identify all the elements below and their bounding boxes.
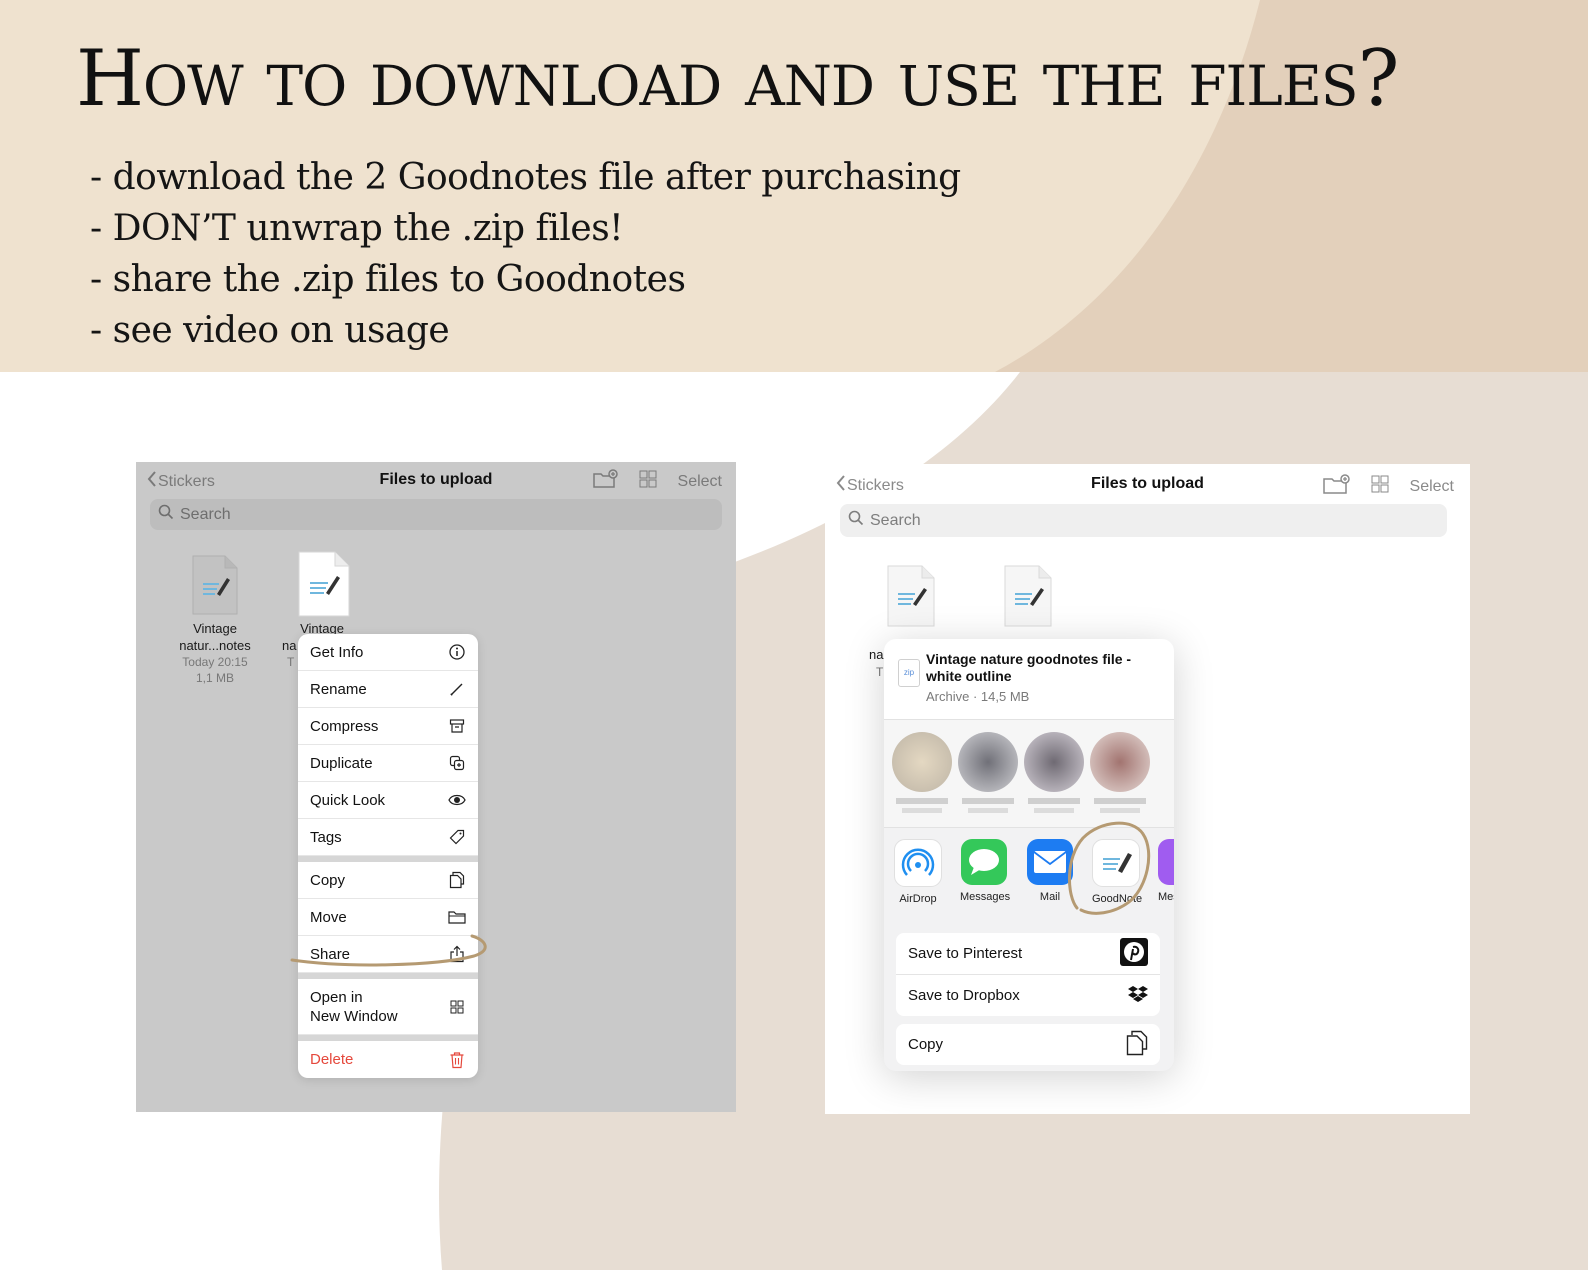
chevron-left-icon <box>146 470 158 493</box>
info-icon <box>448 643 466 661</box>
share-app-goodnotes[interactable]: GoodNote <box>1092 839 1142 905</box>
contact-avatar[interactable] <box>958 732 1018 813</box>
menu-item-quick-look[interactable]: Quick Look <box>298 782 478 819</box>
grid-icon <box>448 998 466 1016</box>
navigation-bar: Stickers Files to upload Select <box>136 462 736 496</box>
messenger-icon <box>1158 839 1174 885</box>
share-sheet-header: zip Vintage nature goodnotes file - whit… <box>884 639 1174 720</box>
menu-item-delete[interactable]: Delete <box>298 1041 478 1078</box>
trash-icon <box>448 1051 466 1069</box>
instruction-step: - share the .zip files to Goodnotes <box>90 259 686 300</box>
menu-item-copy[interactable]: Copy <box>298 862 478 899</box>
menu-item-compress[interactable]: Compress <box>298 708 478 745</box>
goodnotes-file-icon[interactable] <box>1003 564 1053 633</box>
share-sheet: zip Vintage nature goodnotes file - whit… <box>884 639 1174 1071</box>
back-button[interactable]: Stickers <box>835 474 904 497</box>
goodnotes-file-icon[interactable] <box>297 550 351 623</box>
share-app-mail[interactable]: Mail <box>1026 839 1074 905</box>
instruction-list: - download the 2 Goodnotes file after pu… <box>90 152 961 356</box>
search-placeholder: Search <box>180 505 231 523</box>
grid-view-icon[interactable] <box>1370 474 1390 499</box>
menu-item-share[interactable]: Share <box>298 936 478 973</box>
search-placeholder: Search <box>870 511 921 529</box>
search-field[interactable]: Search <box>150 499 722 530</box>
contact-avatar[interactable] <box>1024 732 1084 813</box>
pinterest-icon <box>1120 937 1148 970</box>
menu-item-rename[interactable]: Rename <box>298 671 478 708</box>
menu-item-tags[interactable]: Tags <box>298 819 478 856</box>
goodnotes-file-icon[interactable] <box>886 564 936 633</box>
select-button[interactable]: Select <box>1410 478 1454 496</box>
instruction-step: - download the 2 Goodnotes file after pu… <box>90 157 961 198</box>
search-icon <box>158 504 174 525</box>
back-button[interactable]: Stickers <box>146 470 215 493</box>
copy-icon <box>448 871 466 889</box>
back-label: Stickers <box>847 476 904 494</box>
action-copy[interactable]: Copy <box>896 1024 1160 1065</box>
share-app-messenger[interactable]: Mes <box>1158 839 1174 905</box>
contact-suggestions-row <box>884 720 1174 828</box>
dropbox-icon <box>1128 985 1148 1007</box>
new-folder-icon[interactable] <box>1322 473 1350 500</box>
contact-avatar[interactable] <box>1090 732 1150 813</box>
new-folder-icon[interactable] <box>592 469 618 494</box>
select-button[interactable]: Select <box>678 473 722 491</box>
menu-item-open-in-new-window[interactable]: Open in New Window <box>298 979 478 1035</box>
grid-view-icon[interactable] <box>638 469 658 494</box>
menu-item-get-info[interactable]: Get Info <box>298 634 478 671</box>
menu-item-duplicate[interactable]: Duplicate <box>298 745 478 782</box>
airdrop-icon <box>894 839 942 887</box>
file-caption: Vintage natur...notes Today 20:15 1,1 MB <box>179 621 251 685</box>
share-icon <box>448 945 466 963</box>
back-label: Stickers <box>158 472 215 490</box>
search-field[interactable]: Search <box>840 504 1447 537</box>
goodnotes-icon <box>1092 839 1140 887</box>
duplicate-icon <box>448 754 466 772</box>
share-app-messages[interactable]: Messages <box>960 839 1010 905</box>
context-menu: Get Info Rename Compress Duplicate Quick… <box>298 634 478 1078</box>
action-save-to-pinterest[interactable]: Save to Pinterest <box>896 933 1160 975</box>
mail-icon <box>1027 839 1073 885</box>
goodnotes-file-icon[interactable] <box>191 554 239 621</box>
share-app-row: AirDrop Messages Mail GoodNote Me <box>894 839 1174 905</box>
files-app-context-menu-screenshot: Stickers Files to upload Select Search V… <box>136 462 736 1112</box>
zip-file-icon: zip <box>898 659 920 687</box>
share-actions: Save to Pinterest Save to Dropbox Copy <box>896 933 1160 1071</box>
instruction-step: - see video on usage <box>90 310 450 351</box>
action-save-to-dropbox[interactable]: Save to Dropbox <box>896 975 1160 1016</box>
menu-item-move[interactable]: Move <box>298 899 478 936</box>
instruction-step: - DON’T unwrap the .zip files! <box>90 208 624 249</box>
shared-file-title: Vintage nature goodnotes file - white ou… <box>926 651 1132 684</box>
share-app-airdrop[interactable]: AirDrop <box>894 839 942 905</box>
copy-icon <box>1126 1030 1148 1060</box>
chevron-left-icon <box>835 474 847 497</box>
page-heading: How to download and use the files? <box>76 34 1399 124</box>
pencil-icon <box>448 680 466 698</box>
messages-icon <box>961 839 1007 885</box>
files-app-share-sheet-screenshot: Stickers Files to upload Select Search n… <box>825 464 1470 1114</box>
tag-icon <box>448 828 466 846</box>
folder-icon <box>448 908 466 926</box>
contact-avatar[interactable] <box>892 732 952 813</box>
archive-box-icon <box>448 717 466 735</box>
eye-icon <box>448 791 466 809</box>
search-icon <box>848 510 864 531</box>
shared-file-meta: Archive · 14,5 MB <box>926 689 1030 704</box>
